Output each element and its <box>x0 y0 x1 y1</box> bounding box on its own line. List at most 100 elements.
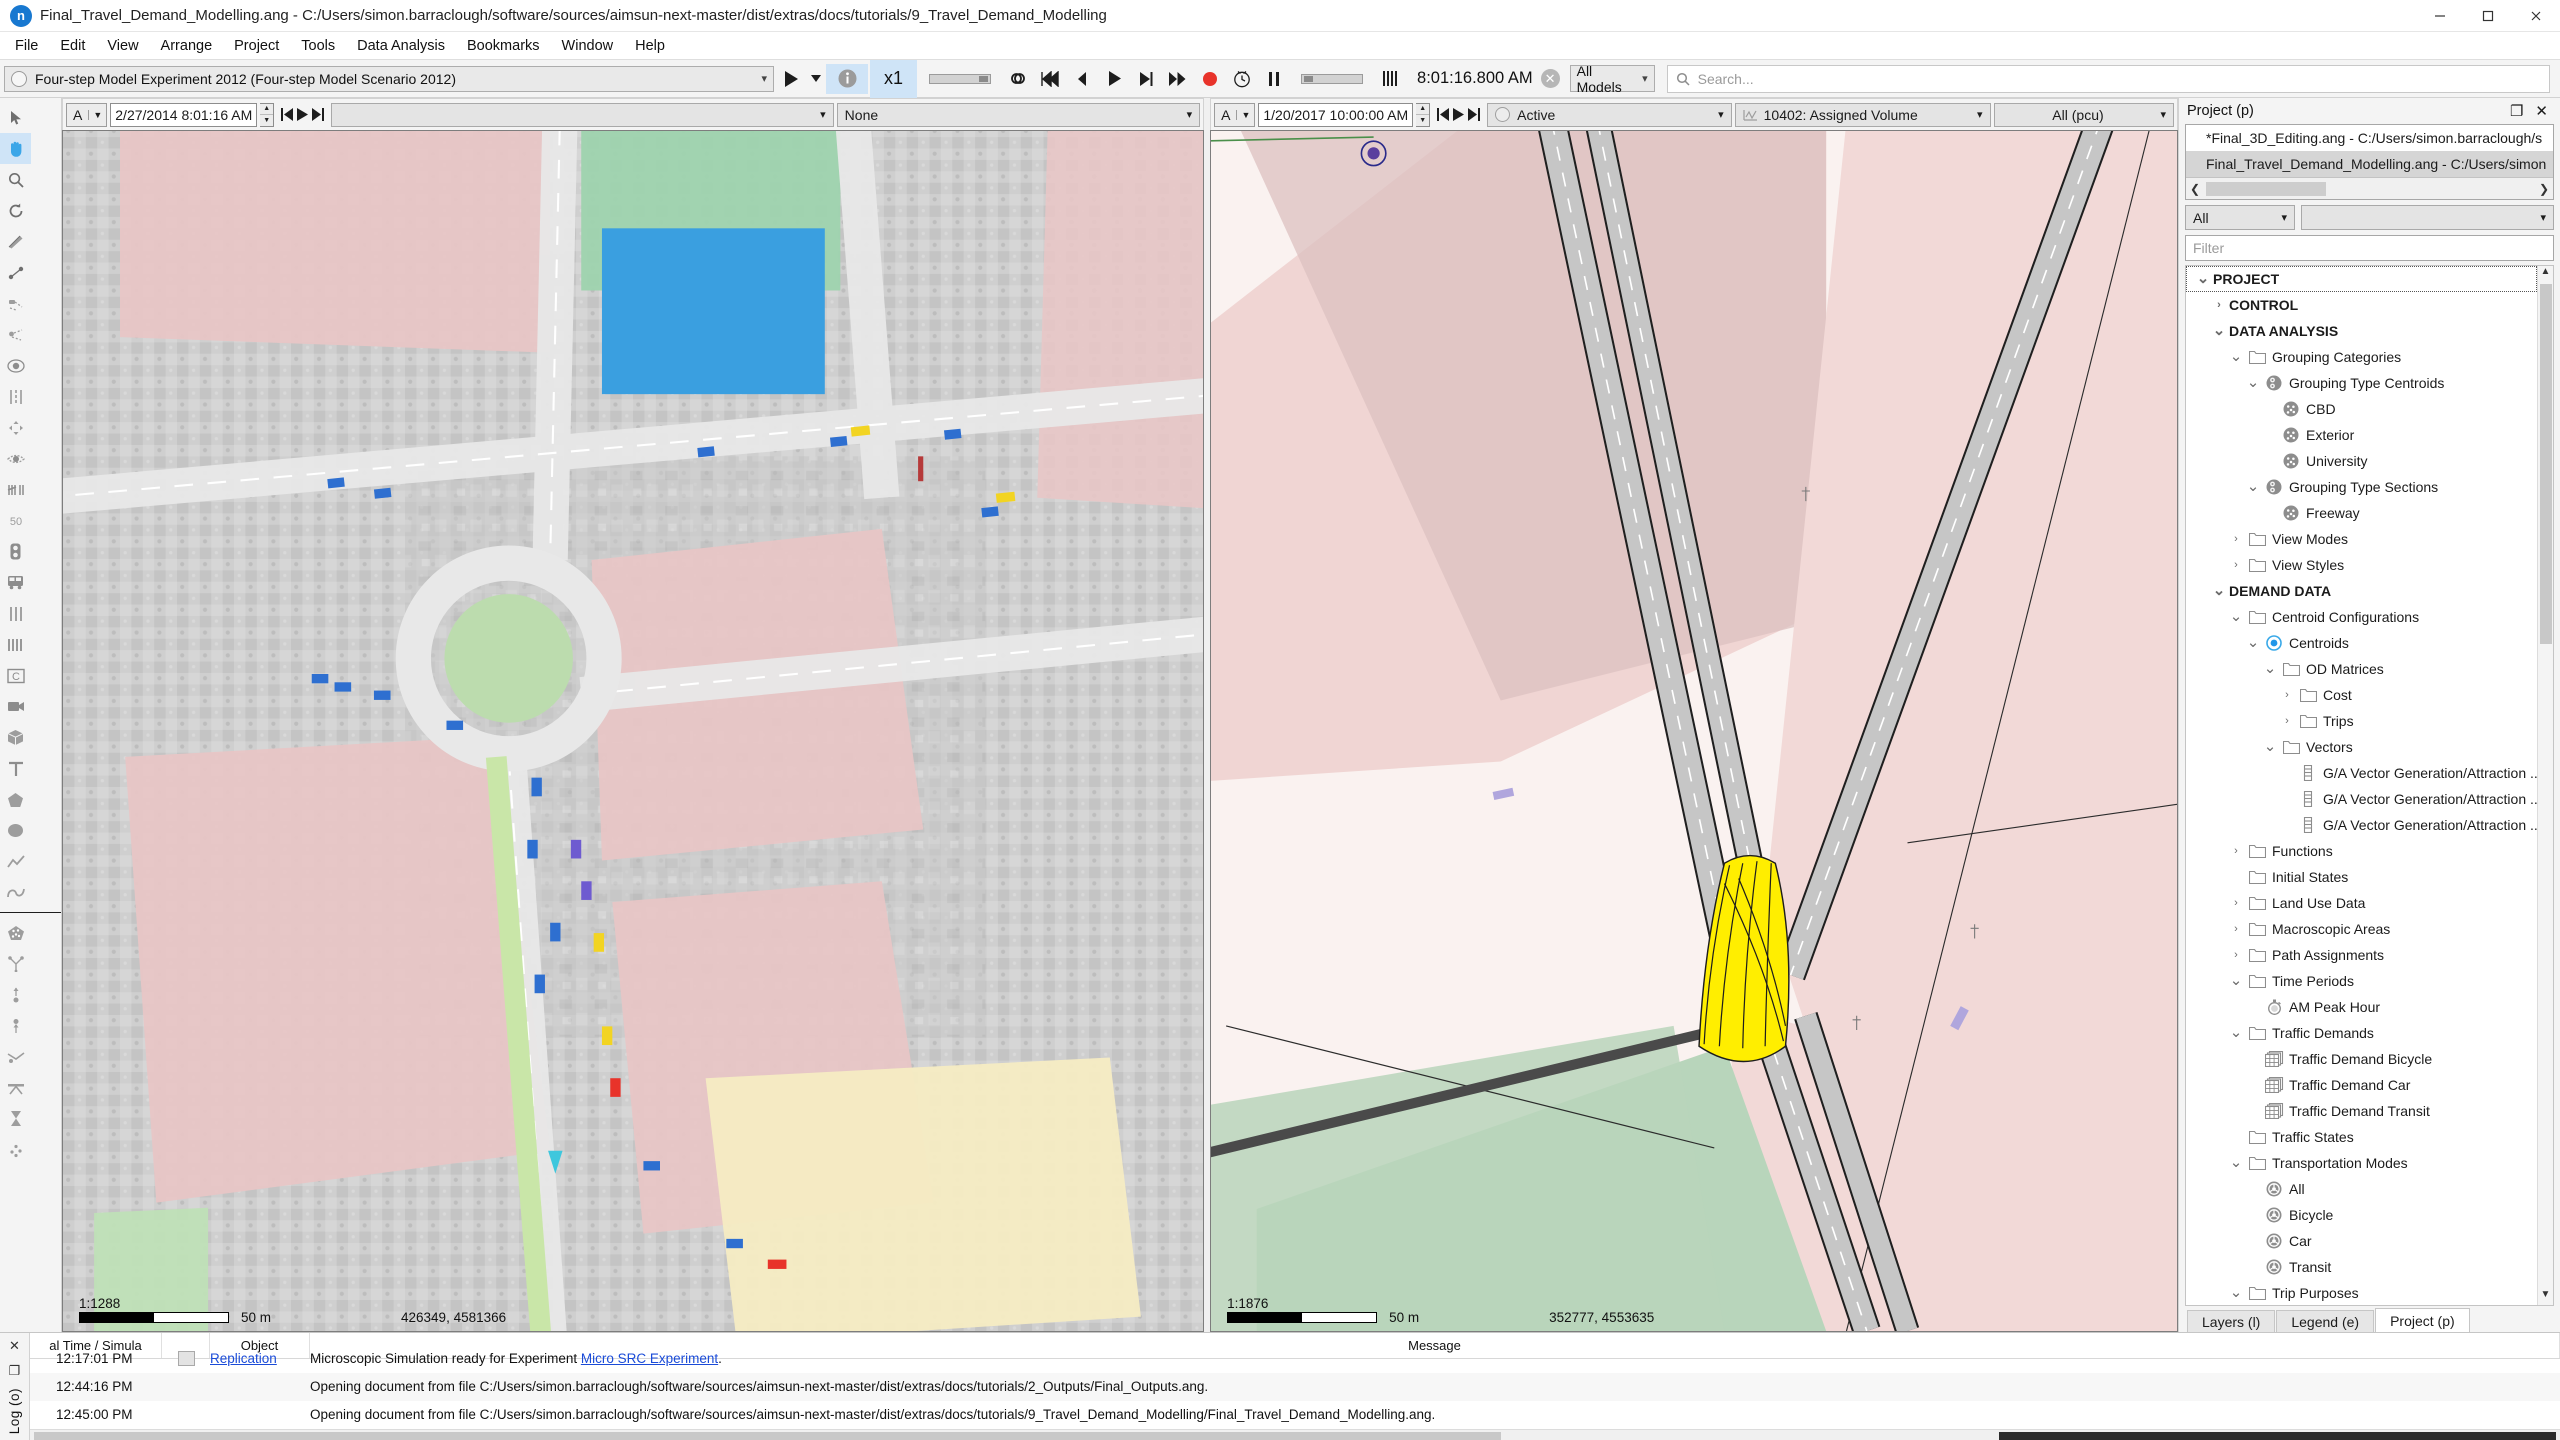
view-right-state-selector[interactable]: Active ▾ <box>1487 102 1732 127</box>
chevron-right-icon[interactable]: › <box>2277 689 2297 701</box>
view-right-layer-selector[interactable]: A ▼ <box>1214 102 1256 127</box>
dock-float-icon[interactable]: ❐ <box>2510 102 2523 120</box>
lanes-icon[interactable] <box>0 598 31 629</box>
play-dropdown-button[interactable] <box>808 64 824 94</box>
video-camera-icon[interactable] <box>0 691 31 722</box>
view-left-layer-selector[interactable]: A ▼ <box>66 102 108 127</box>
scroll-track[interactable] <box>2204 180 2535 197</box>
speed-limit-icon[interactable]: 50 <box>0 505 31 536</box>
tree-item-trips[interactable]: › Trips <box>2186 708 2537 734</box>
chevron-down-icon[interactable]: ⌄ <box>2226 1025 2246 1040</box>
map-canvas-left[interactable]: 1:1288 50 m 426349, 4581366 <box>62 130 1205 1332</box>
menu-tools[interactable]: Tools <box>290 34 346 58</box>
tree-item-bicycle[interactable]: Bicycle <box>2186 1202 2537 1228</box>
camera-link-icon[interactable] <box>0 288 31 319</box>
tab-project[interactable]: Project (p) <box>2375 1308 2470 1332</box>
barrier-icon[interactable] <box>0 629 31 660</box>
document-row[interactable]: Final_Travel_Demand_Modelling.ang - C:/U… <box>2186 151 2553 177</box>
resize-icon[interactable] <box>0 412 31 443</box>
select-arrow-icon[interactable] <box>0 102 31 133</box>
tree-item-freeway[interactable]: Freeway <box>2186 500 2537 526</box>
log-row[interactable]: 12:17:01 PM Replication Microscopic Simu… <box>30 1345 2560 1373</box>
tree-item-functions[interactable]: › Functions <box>2186 838 2537 864</box>
tree-item-land-use-data[interactable]: › Land Use Data <box>2186 890 2537 916</box>
tally-icon[interactable] <box>0 474 31 505</box>
tree-item-grouping-categories[interactable]: ⌄ Grouping Categories <box>2186 344 2537 370</box>
menu-project[interactable]: Project <box>223 34 290 58</box>
scatter-icon[interactable] <box>0 1134 31 1165</box>
chevron-down-icon[interactable]: ⌄ <box>2209 323 2229 338</box>
log-row[interactable]: 12:45:00 PM Opening document from file C… <box>30 1401 2560 1429</box>
documents-hscrollbar[interactable]: ❮ ❯ <box>2186 177 2553 199</box>
tree-item-view-modes[interactable]: › View Modes <box>2186 526 2537 552</box>
chevron-down-icon[interactable]: ⌄ <box>2260 661 2280 676</box>
map-canvas-right[interactable]: 1:1876 50 m 352777, 4553635 <box>1210 130 2178 1332</box>
centroid-icon[interactable] <box>0 350 31 381</box>
tree-item-transportation-modes[interactable]: ⌄ Transportation Modes <box>2186 1150 2537 1176</box>
chevron-down-icon[interactable]: ⌄ <box>2226 1155 2246 1170</box>
tree-item-view-styles[interactable]: › View Styles <box>2186 552 2537 578</box>
info-button[interactable] <box>826 63 868 94</box>
view-left-style-selector[interactable]: ▾ <box>331 102 834 127</box>
grouping-category-icon[interactable] <box>0 917 31 948</box>
tree-item-traffic-demand-car[interactable]: Traffic Demand Car <box>2186 1072 2537 1098</box>
log-object[interactable]: Replication <box>210 1351 310 1366</box>
experiment-selector[interactable]: Four-step Model Experiment 2012 (Four-st… <box>4 65 774 92</box>
clock-button[interactable] <box>1227 64 1257 94</box>
chevron-down-icon[interactable]: ⌄ <box>2226 1285 2246 1300</box>
curve-icon[interactable] <box>0 877 31 908</box>
view-right-datetime-input[interactable]: 1/20/2017 10:00:00 AM <box>1258 102 1414 127</box>
polygon-icon[interactable] <box>0 784 31 815</box>
text-tool-icon[interactable] <box>0 753 31 784</box>
tree-item-car[interactable]: Car <box>2186 1228 2537 1254</box>
tree-item-g-a-vector-generation-attraction[interactable]: G/A Vector Generation/Attraction ... <box>2186 786 2537 812</box>
ellipse-icon[interactable] <box>0 815 31 846</box>
chevron-down-icon[interactable]: ⌄ <box>2226 609 2246 624</box>
search-box[interactable]: Search... <box>1666 64 2550 93</box>
generation-point-icon[interactable] <box>0 1010 31 1041</box>
infinity-loop-button[interactable] <box>1003 64 1033 94</box>
menu-window[interactable]: Window <box>551 34 625 58</box>
menu-bookmarks[interactable]: Bookmarks <box>456 34 551 58</box>
chevron-right-icon[interactable]: › <box>2226 949 2246 961</box>
chevron-down-icon[interactable]: ⌄ <box>2243 479 2263 494</box>
chevron-right-icon[interactable]: › <box>2209 299 2229 311</box>
polyline-icon[interactable] <box>0 846 31 877</box>
tree-item-am-peak-hour[interactable]: AM Peak Hour <box>2186 994 2537 1020</box>
scroll-thumb[interactable] <box>2539 284 2552 644</box>
tree-item-traffic-demand-transit[interactable]: Traffic Demand Transit <box>2186 1098 2537 1124</box>
project-tree-rows[interactable]: ⌄ PROJECT › CONTROL ⌄ DATA ANALYSIS ⌄ Grouping … <box>2186 266 2537 1305</box>
chevron-down-icon[interactable]: ⌄ <box>2209 583 2229 598</box>
chevron-down-icon[interactable]: ⌄ <box>2193 271 2213 286</box>
tree-item-trip-purposes[interactable]: ⌄ Trip Purposes <box>2186 1280 2537 1305</box>
log-row[interactable]: 12:44:16 PM Opening document from file C… <box>30 1372 2560 1401</box>
tree-item-control[interactable]: › CONTROL <box>2186 292 2537 318</box>
chevron-right-icon[interactable]: › <box>2226 533 2246 545</box>
rewind-to-start-button[interactable] <box>1035 64 1065 94</box>
traffic-light-icon[interactable] <box>0 536 31 567</box>
menu-edit[interactable]: Edit <box>49 34 96 58</box>
tree-item-centroids[interactable]: ⌄ Centroids <box>2186 630 2537 656</box>
rotate-icon[interactable] <box>0 195 31 226</box>
tree-item-cost[interactable]: › Cost <box>2186 682 2537 708</box>
chevron-down-icon[interactable]: ⌄ <box>2226 973 2246 988</box>
log-message-link[interactable]: Micro SRC Experiment <box>581 1351 718 1366</box>
tree-item-time-periods[interactable]: ⌄ Time Periods <box>2186 968 2537 994</box>
tree-item-grouping-type-centroids[interactable]: ⌄ Grouping Type Centroids <box>2186 370 2537 396</box>
turn-icon[interactable] <box>0 1041 31 1072</box>
tree-item-path-assignments[interactable]: › Path Assignments <box>2186 942 2537 968</box>
log-object-link[interactable]: Replication <box>210 1351 277 1366</box>
chevron-down-icon[interactable]: ⌄ <box>2243 635 2263 650</box>
tree-vscrollbar[interactable]: ▲ ▼ <box>2537 266 2553 1305</box>
tree-item-grouping-type-sections[interactable]: ⌄ Grouping Type Sections <box>2186 474 2537 500</box>
chevron-right-icon[interactable]: › <box>2226 559 2246 571</box>
view-right-attribute-selector[interactable]: 10402: Assigned Volume ▾ <box>1734 102 1991 127</box>
centroid-connector-icon[interactable] <box>0 979 31 1010</box>
view-left-datetime-spinner[interactable]: ▲ ▼ <box>260 102 275 127</box>
chevron-right-icon[interactable]: › <box>2226 845 2246 857</box>
detector-link-icon[interactable] <box>0 319 31 350</box>
view-eye-icon[interactable] <box>0 443 31 474</box>
log-close-icon[interactable]: ✕ <box>9 1338 20 1354</box>
tree-item-cbd[interactable]: CBD <box>2186 396 2537 422</box>
maximize-button[interactable] <box>2464 0 2512 32</box>
